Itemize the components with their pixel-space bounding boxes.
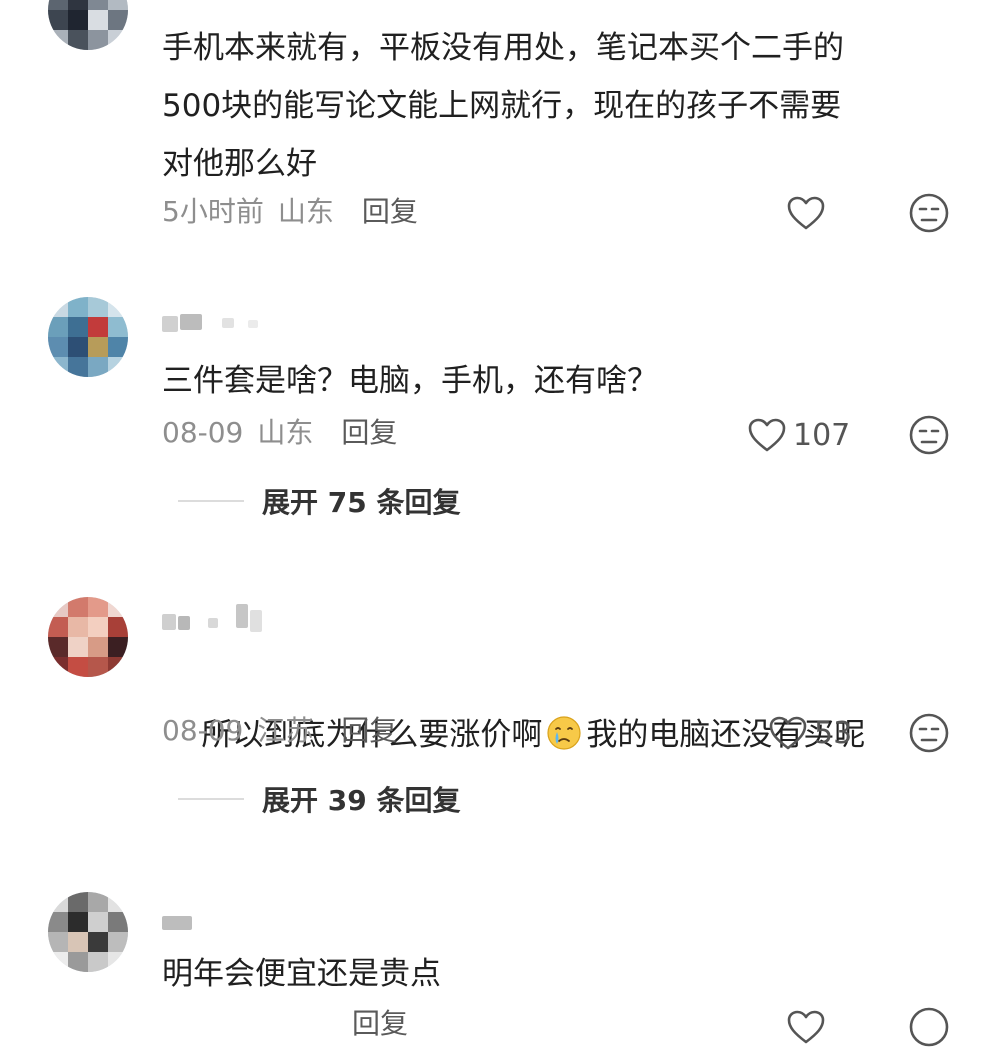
dislike-face-icon[interactable] bbox=[908, 1006, 950, 1048]
divider-line bbox=[178, 500, 244, 502]
comment-location: 山东 bbox=[277, 195, 334, 228]
avatar[interactable] bbox=[48, 597, 128, 677]
expand-replies-label: 展开 39 条回复 bbox=[262, 784, 461, 817]
reply-button[interactable]: 回复 bbox=[352, 1007, 408, 1040]
like-button[interactable] bbox=[786, 191, 832, 235]
dislike-face-icon[interactable] bbox=[908, 192, 950, 234]
expand-replies-button[interactable]: 展开 39 条回复 bbox=[178, 779, 460, 819]
comment-location: 江苏 bbox=[257, 714, 314, 747]
dislike-face-icon[interactable] bbox=[908, 414, 950, 456]
like-button[interactable]: 107 bbox=[747, 413, 850, 457]
comment-meta: 5小时前 山东 回复 bbox=[162, 192, 418, 232]
heart-icon bbox=[787, 1010, 825, 1044]
expand-replies-label: 展开 75 条回复 bbox=[262, 486, 461, 519]
reply-button[interactable]: 回复 bbox=[362, 195, 418, 228]
comment-meta: 08-09 江苏 回复 bbox=[162, 711, 397, 751]
reply-button[interactable]: 回复 bbox=[341, 714, 397, 747]
avatar[interactable] bbox=[48, 0, 128, 50]
crying-face-icon bbox=[547, 716, 582, 750]
comment-location: 山东 bbox=[257, 416, 314, 449]
comment-time: 08-09 bbox=[162, 714, 244, 747]
heart-icon bbox=[787, 196, 825, 230]
heart-icon bbox=[769, 716, 807, 750]
comment-text: 明年会便宜还是贵点 bbox=[162, 956, 441, 992]
comment-meta: 08-09 山东 回复 bbox=[162, 413, 397, 453]
reply-button[interactable]: 回复 bbox=[341, 416, 397, 449]
heart-icon bbox=[748, 418, 786, 452]
comment-time: 5小时前 bbox=[162, 195, 264, 228]
like-count: 107 bbox=[793, 417, 851, 453]
comment-text: 手机本来就有，平板没有用处，笔记本买个二手的 500块的能写论文能上网就行，现在… bbox=[162, 30, 844, 182]
comment-time: 08-09 bbox=[162, 416, 244, 449]
avatar[interactable] bbox=[48, 297, 128, 377]
divider-line bbox=[178, 798, 244, 800]
like-count: 53 bbox=[814, 715, 853, 751]
like-button[interactable]: 53 bbox=[768, 711, 852, 755]
avatar[interactable] bbox=[48, 892, 128, 972]
dislike-face-icon[interactable] bbox=[908, 712, 950, 754]
comment-text: 三件套是啥？电脑，手机，还有啥？ bbox=[162, 363, 658, 399]
comment-meta: 回复 bbox=[162, 1004, 408, 1044]
like-button[interactable] bbox=[786, 1005, 826, 1049]
expand-replies-button[interactable]: 展开 75 条回复 bbox=[178, 481, 460, 521]
